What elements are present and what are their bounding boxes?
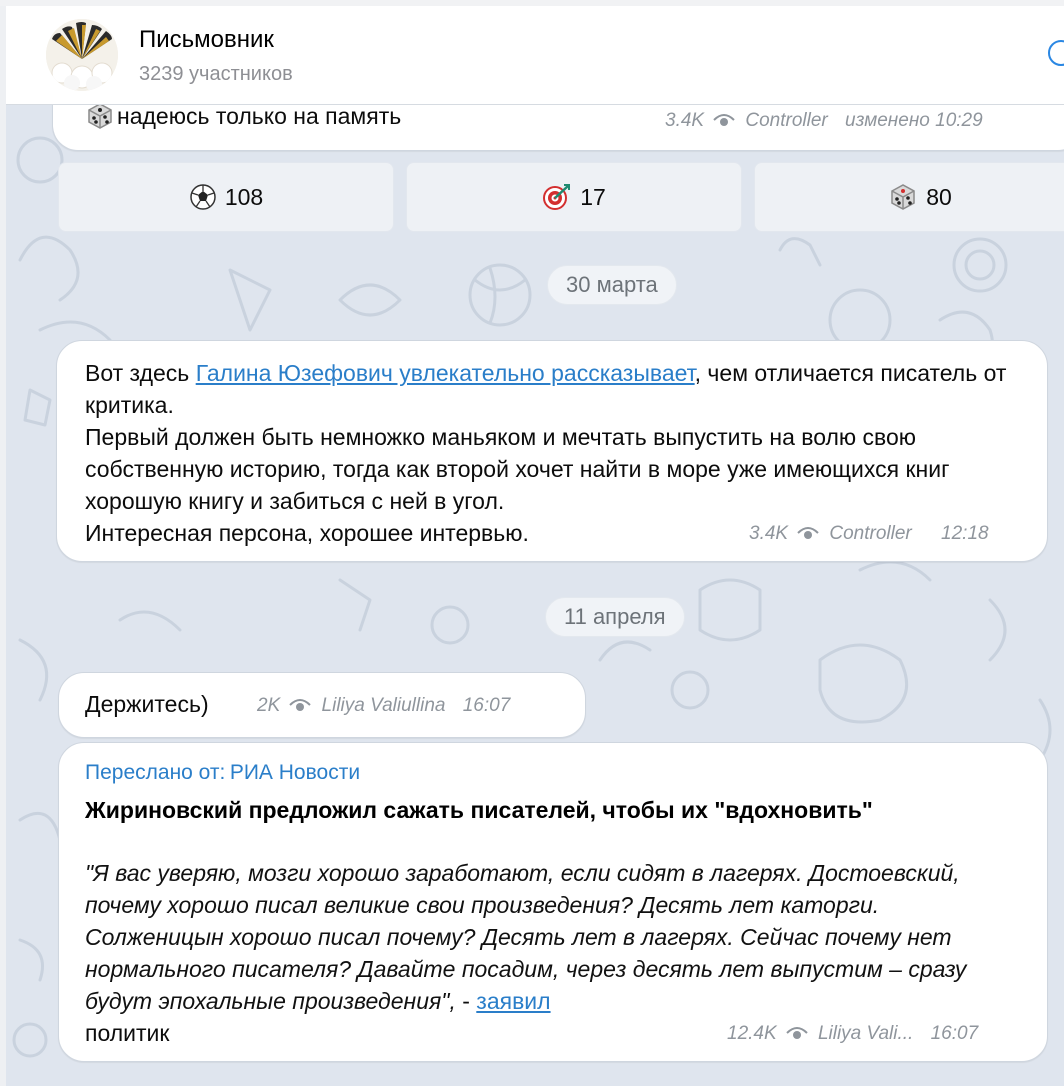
message-time: 12:18 xyxy=(941,523,989,544)
view-count: 2K xyxy=(257,695,281,716)
date-separator: 11 апреля xyxy=(545,597,685,637)
message-time: 16:07 xyxy=(930,1023,979,1044)
reaction-count: 108 xyxy=(224,183,264,210)
message-body: "Я вас уверяю, мозги хорошо заработают, … xyxy=(85,857,1021,1049)
eye-icon xyxy=(785,1024,809,1048)
reaction-count: 17 xyxy=(580,183,606,210)
dart-icon xyxy=(542,182,572,212)
message-text: политик xyxy=(85,1020,170,1046)
view-count: 12.4K xyxy=(727,1023,777,1044)
message-time: 16:07 xyxy=(462,695,511,716)
forward-source-link[interactable]: РИА Новости xyxy=(230,761,360,784)
date-separator: 30 марта xyxy=(547,265,677,305)
message-text: - xyxy=(455,988,477,1014)
source-link[interactable]: заявил xyxy=(476,988,550,1014)
eye-icon xyxy=(712,111,736,135)
reaction-dart[interactable]: 17 xyxy=(406,162,742,232)
chat-header[interactable]: Письмовник 3239 участников xyxy=(6,0,1064,105)
message-meta: 3.4K Controller 12:18 xyxy=(749,523,989,548)
reaction-soccer[interactable]: 108 xyxy=(58,162,394,232)
message-bubble[interactable]: Держитесь) 2K Liliya Valiullina 16:07 xyxy=(58,672,586,738)
dice-icon xyxy=(85,101,115,131)
edited-label: изменено xyxy=(845,110,930,131)
view-count: 3.4K xyxy=(665,110,705,131)
message-body: Вот здесь Галина Юзефович увлекательно р… xyxy=(85,357,1025,549)
message-meta: 2K Liliya Valiullina 16:07 xyxy=(257,695,510,720)
member-count: 3239 участников xyxy=(139,63,293,85)
eye-icon xyxy=(288,696,312,720)
forward-label: Переслано от: xyxy=(85,761,226,784)
message-bubble[interactable]: Вот здесь Галина Юзефович увлекательно р… xyxy=(56,340,1048,562)
message-author: Controller xyxy=(745,110,828,131)
group-avatar[interactable] xyxy=(46,19,118,91)
window-left-edge xyxy=(0,0,6,1086)
eye-icon xyxy=(796,524,820,548)
dice-icon xyxy=(888,182,918,212)
message-author: Controller xyxy=(829,523,912,544)
message-text: Первый должен быть немножко маньяком и м… xyxy=(85,424,950,514)
message-meta: 12.4K Liliya Vali... 16:07 xyxy=(727,1023,978,1048)
group-avatar-image xyxy=(46,19,118,91)
message-time: 10:29 xyxy=(935,110,983,131)
article-link[interactable]: Галина Юзефович увлекательно рассказывае… xyxy=(196,360,695,386)
header-action-icon[interactable] xyxy=(1048,40,1064,66)
message-headline: Жириновский предложил сажать писателей, … xyxy=(85,797,873,823)
message-meta: 3.4K Controller изменено 10:29 xyxy=(665,110,983,135)
view-count: 3.4K xyxy=(749,523,789,544)
reaction-dice[interactable]: 80 xyxy=(754,162,1064,232)
forwarded-message-bubble[interactable]: Переслано от: РИА Новости Жириновский пр… xyxy=(58,742,1048,1062)
message-text: Интересная персона, хорошее интервью. xyxy=(85,520,529,546)
message-text: Держитесь) xyxy=(85,691,209,717)
soccer-ball-icon xyxy=(189,183,217,211)
message-text: Вот здесь xyxy=(85,360,196,386)
chat-title[interactable]: Письмовник xyxy=(139,26,274,54)
reaction-count: 80 xyxy=(926,183,952,210)
message-author: Liliya Valiullina xyxy=(321,695,446,716)
forward-header: Переслано от: РИА Новости xyxy=(85,761,360,785)
window-top-edge xyxy=(0,0,1064,6)
message-author: Liliya Vali... xyxy=(817,1023,914,1044)
